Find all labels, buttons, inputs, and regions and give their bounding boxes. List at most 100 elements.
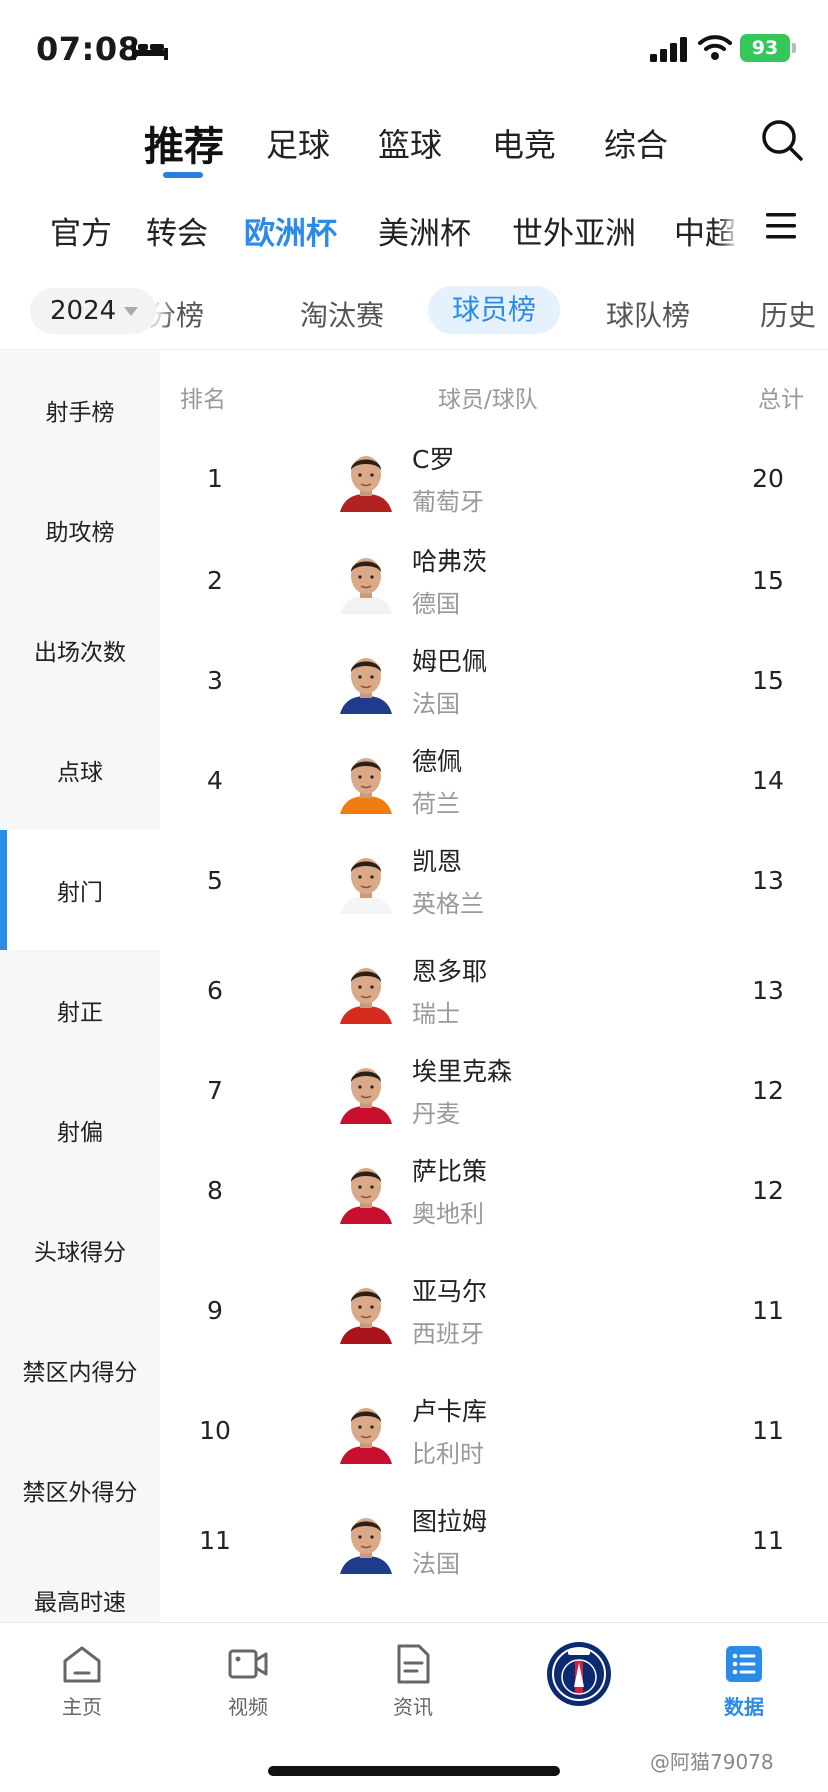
player-team: 比利时	[412, 1440, 484, 1468]
subtab-knockout[interactable]: 淘汰赛	[300, 294, 384, 334]
tab-basketball[interactable]: 篮球	[378, 120, 442, 166]
bottom-tab-news[interactable]: 资讯	[358, 1643, 468, 1720]
player-name[interactable]: 姆巴佩	[412, 642, 487, 678]
bed-icon	[132, 40, 168, 60]
player-team: 奥地利	[412, 1200, 484, 1228]
bottom-tab-data-label: 数据	[724, 1695, 764, 1719]
battery-cap	[792, 43, 796, 53]
battery-level: 93	[751, 37, 779, 59]
category-appearances[interactable]: 出场次数	[0, 590, 160, 710]
player-name[interactable]: 卢卡库	[412, 1392, 487, 1428]
total-value: 15	[752, 566, 784, 595]
rank-value: 8	[207, 1176, 223, 1205]
more-menu-button[interactable]	[740, 190, 828, 270]
player-team: 德国	[412, 590, 460, 618]
table-row[interactable]: 1 C罗 葡萄牙 20	[160, 430, 828, 530]
year-select[interactable]: 2024	[30, 288, 156, 334]
league-copa-america[interactable]: 美洲杯	[378, 208, 471, 253]
category-top-speed[interactable]: 最高时速	[0, 1540, 160, 1622]
league-transfer[interactable]: 转会	[146, 208, 208, 253]
battery-indicator: 93	[740, 34, 790, 62]
wifi-icon	[698, 35, 732, 60]
total-value: 13	[752, 976, 784, 1005]
league-wc-qualifiers-asia[interactable]: 世外亚洲	[512, 208, 636, 253]
player-avatar	[340, 758, 392, 814]
total-value: 12	[752, 1176, 784, 1205]
tab-football[interactable]: 足球	[266, 120, 330, 166]
club-logo[interactable]	[546, 1641, 612, 1707]
subtab-player-rankings[interactable]: 球员榜	[428, 286, 561, 334]
total-value: 14	[752, 766, 784, 795]
league-euro[interactable]: 欧洲杯	[244, 208, 337, 253]
bottom-tab-video-label: 视频	[228, 1695, 268, 1719]
status-time: 07:08	[36, 30, 141, 68]
bottom-tab-home[interactable]: 主页	[27, 1643, 137, 1720]
league-csl[interactable]: 中超	[674, 208, 736, 253]
stat-category-menu: 射手榜 助攻榜 出场次数 点球 射门 射正 射偏 头球得分 禁区内得分 禁区外得…	[0, 350, 160, 1622]
player-avatar	[340, 858, 392, 914]
table-row[interactable]: 5 凯恩 英格兰 13	[160, 832, 828, 932]
player-avatar	[340, 1518, 392, 1574]
total-value: 11	[752, 1296, 784, 1325]
category-shots[interactable]: 射门	[0, 830, 160, 950]
league-official[interactable]: 官方	[50, 208, 112, 253]
league-nav: 官方 转会 欧洲杯 美洲杯 世外亚洲 中超	[0, 190, 828, 270]
player-team: 法国	[412, 1550, 460, 1578]
category-shots-on-target[interactable]: 射正	[0, 950, 160, 1070]
player-avatar	[340, 1068, 392, 1124]
player-name[interactable]: 图拉姆	[412, 1502, 487, 1538]
home-indicator	[268, 1766, 560, 1776]
player-name[interactable]: 德佩	[412, 742, 462, 778]
player-name[interactable]: C罗	[412, 440, 454, 476]
table-row[interactable]: 6 恩多耶 瑞士 13	[160, 942, 828, 1042]
player-team: 荷兰	[412, 790, 460, 818]
bottom-tab-data[interactable]: 数据	[689, 1643, 799, 1720]
total-value: 11	[752, 1416, 784, 1445]
rank-value: 1	[207, 464, 223, 493]
tab-esports[interactable]: 电竞	[492, 120, 556, 166]
news-icon	[397, 1644, 430, 1684]
data-icon	[726, 1646, 762, 1682]
category-outside-box-goals[interactable]: 禁区外得分	[0, 1430, 160, 1550]
player-name[interactable]: 恩多耶	[412, 952, 487, 988]
player-name[interactable]: 亚马尔	[412, 1272, 487, 1308]
player-team: 丹麦	[412, 1100, 460, 1128]
player-name[interactable]: 哈弗茨	[412, 542, 487, 578]
player-team: 法国	[412, 690, 460, 718]
sub-nav: 积分榜 淘汰赛 球员榜 球队榜 历史 2024	[0, 278, 828, 350]
table-row[interactable]: 4 德佩荷兰 14	[160, 732, 828, 832]
category-shots-off-target[interactable]: 射偏	[0, 1070, 160, 1190]
player-name[interactable]: 萨比策	[412, 1152, 487, 1188]
rank-value: 10	[199, 1416, 231, 1445]
player-avatar	[340, 1168, 392, 1224]
subtab-team-rankings[interactable]: 球队榜	[606, 294, 690, 334]
category-penalties[interactable]: 点球	[0, 710, 160, 830]
table-row[interactable]: 10 卢卡库比利时 11	[160, 1382, 828, 1482]
table-row[interactable]: 2 哈弗茨 德国 15	[160, 532, 828, 632]
subtab-history[interactable]: 历史	[760, 294, 816, 334]
player-team: 瑞士	[412, 1000, 460, 1028]
table-row[interactable]: 8 萨比策奥地利 12	[160, 1142, 828, 1242]
category-header-goals[interactable]: 头球得分	[0, 1190, 160, 1310]
category-assists[interactable]: 助攻榜	[0, 470, 160, 590]
category-top-scorers[interactable]: 射手榜	[0, 350, 160, 470]
tab-recommend[interactable]: 推荐	[144, 114, 224, 172]
category-inside-box-goals[interactable]: 禁区内得分	[0, 1310, 160, 1430]
tab-general[interactable]: 综合	[604, 120, 668, 166]
rank-value: 4	[207, 766, 223, 795]
table-row[interactable]: 3 姆巴佩 法国 15	[160, 632, 828, 732]
player-name[interactable]: 凯恩	[412, 842, 462, 878]
player-name[interactable]: 埃里克森	[412, 1052, 512, 1088]
player-avatar	[340, 456, 392, 512]
table-row[interactable]: 9 亚马尔 西班牙 11	[160, 1262, 828, 1362]
total-value: 11	[752, 1526, 784, 1555]
player-avatar	[340, 968, 392, 1024]
bottom-tab-video[interactable]: 视频	[193, 1643, 303, 1720]
table-row[interactable]: 7 埃里克森 丹麦 12	[160, 1042, 828, 1142]
table-row[interactable]: 11 图拉姆 法国 11	[160, 1492, 828, 1592]
rank-value: 5	[207, 866, 223, 895]
search-icon[interactable]	[760, 118, 804, 162]
bottom-tab-news-label: 资讯	[393, 1695, 433, 1719]
menu-icon	[766, 213, 796, 239]
rank-value: 9	[207, 1296, 223, 1325]
